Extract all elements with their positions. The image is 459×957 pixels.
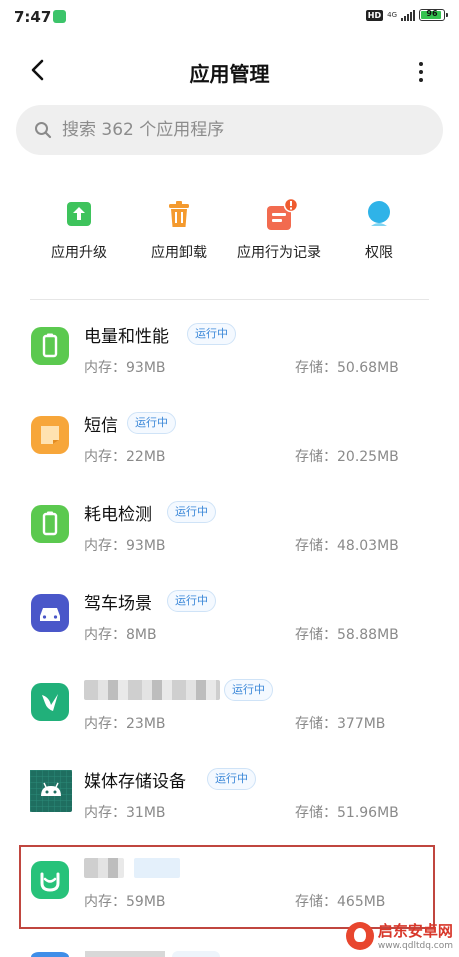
running-badge: 运行中 (127, 412, 176, 434)
app-uninstall-label: 应用卸载 (151, 245, 207, 261)
app-storage: 存储：20.25MB (295, 449, 399, 465)
more-options-button[interactable] (413, 58, 429, 86)
app-storage: 存储：48.03MB (295, 538, 399, 554)
signal-icon (401, 9, 415, 21)
battery-level: 96 (426, 9, 438, 18)
search-icon (32, 119, 54, 141)
running-badge: 运行中 (207, 768, 256, 790)
app-list-item[interactable]: 电量和性能 运行中 内存：93MB 存储：50.68MB (0, 312, 459, 401)
app-upgrade-label: 应用升级 (51, 245, 107, 261)
messages-app-icon (31, 416, 69, 454)
watermark-name: 启东安卓网 (377, 922, 453, 940)
search-input[interactable] (60, 119, 404, 141)
app-memory: 内存：8MB (84, 627, 157, 643)
app-upgrade-icon (63, 198, 95, 230)
notification-icon (53, 10, 66, 23)
app-storage: 存储：377MB (295, 716, 386, 732)
app-header: 应用管理 (0, 48, 459, 94)
permissions-label: 权限 (365, 245, 393, 261)
watermark: 启东安卓网 www.qdltdq.com (345, 920, 453, 951)
battery-app-icon (31, 505, 69, 543)
app-name: 电量和性能 (84, 327, 169, 347)
app-memory: 内存：22MB (84, 449, 166, 465)
app-behavior-record-label: 应用行为记录 (237, 245, 321, 261)
app-memory: 内存：93MB (84, 538, 166, 554)
bird-app-icon (31, 683, 69, 721)
app-memory: 内存：93MB (84, 360, 166, 376)
page-title: 应用管理 (189, 62, 270, 86)
search-bar[interactable] (16, 105, 443, 155)
blurred-app-name (84, 680, 220, 700)
hd-icon: HD (365, 9, 384, 21)
watermark-logo-icon (345, 921, 374, 950)
car-app-icon (31, 594, 69, 632)
highlight-box (19, 845, 435, 929)
app-list-item[interactable]: 短信 运行中 内存：22MB 存储：20.25MB (0, 401, 459, 490)
app-list-item[interactable]: 驾车场景 运行中 内存：8MB 存储：58.88MB (0, 579, 459, 668)
permission-icon (363, 198, 395, 230)
app-memory: 内存：31MB (84, 805, 166, 821)
running-badge: 运行中 (167, 590, 216, 612)
app-name: 媒体存储设备 (84, 772, 186, 792)
permissions-button[interactable]: 权限 (324, 198, 434, 262)
app-storage: 存储：58.88MB (295, 627, 399, 643)
app-list-item[interactable]: 耗电检测 运行中 内存：93MB 存储：48.03MB (0, 490, 459, 579)
status-bar: 7:47 HD 4G 96 (0, 0, 459, 34)
app-storage: 存储：50.68MB (295, 360, 399, 376)
watermark-url: www.qdltdq.com (377, 941, 453, 951)
network-type-icon: 4G (387, 10, 397, 19)
app-name: 驾车场景 (84, 594, 152, 614)
running-badge: 运行中 (167, 501, 216, 523)
status-icons: HD 4G 96 (365, 9, 448, 21)
battery-app-icon (31, 327, 69, 365)
running-badge: 运行中 (187, 323, 236, 345)
app-behavior-record-button[interactable]: 应用行为记录 (224, 197, 334, 262)
app-uninstall-button[interactable]: 应用卸载 (124, 198, 234, 262)
app-storage: 存储：51.96MB (295, 805, 399, 821)
app-list-item[interactable]: 运行中 内存：23MB 存储：377MB (0, 668, 459, 757)
quick-actions: 应用升级 应用卸载 应用行为记录 权限 (0, 197, 459, 268)
app-upgrade-button[interactable]: 应用升级 (24, 198, 134, 262)
running-badge: 运行中 (224, 679, 273, 701)
app-memory: 内存：23MB (84, 716, 166, 732)
app-name: 短信 (84, 416, 118, 436)
behavior-record-icon (263, 197, 299, 230)
status-time: 7:47 (14, 8, 52, 26)
divider (30, 299, 429, 300)
app-list-item[interactable]: 媒体存储设备 运行中 内存：31MB 存储：51.96MB (0, 757, 459, 846)
battery-icon: 96 (419, 9, 448, 21)
android-app-icon (30, 770, 72, 812)
trash-icon (163, 198, 195, 230)
app-name: 耗电检测 (84, 505, 152, 525)
